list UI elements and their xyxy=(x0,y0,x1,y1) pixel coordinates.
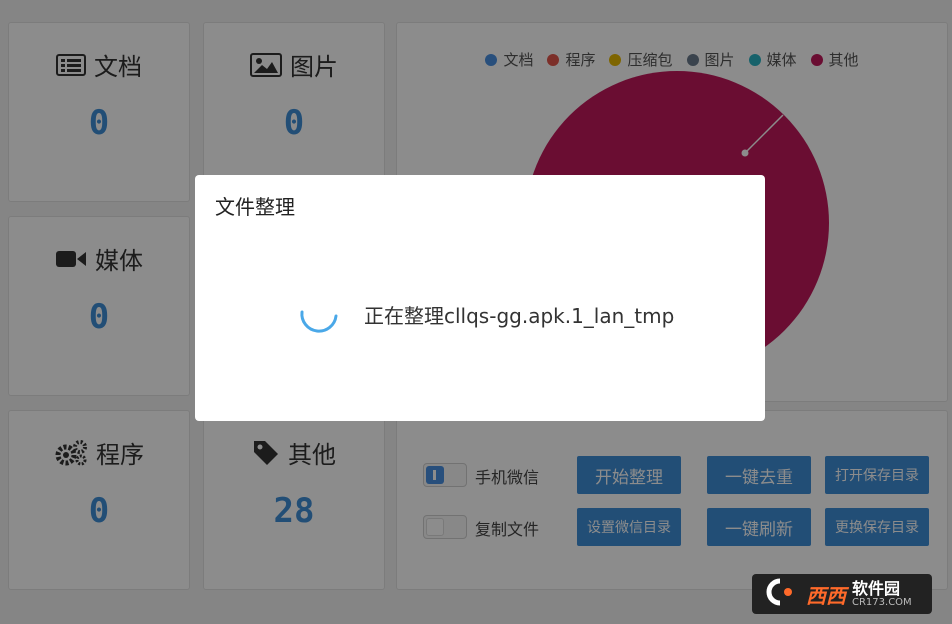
dialog-status-message: 正在整理cllqs-gg.apk.1_lan_tmp xyxy=(364,304,675,328)
site-watermark: 西西 软件园 CR173.COM xyxy=(752,574,932,614)
watermark-name: 软件园 xyxy=(852,578,901,598)
watermark-logo-icon xyxy=(760,577,800,611)
organize-dialog: 文件整理 xyxy=(195,175,765,421)
loading-spinner-icon xyxy=(300,310,338,333)
watermark-brand: 西西 xyxy=(806,583,846,608)
watermark-site: CR173.COM xyxy=(852,597,912,609)
dialog-title: 文件整理 xyxy=(215,195,295,219)
